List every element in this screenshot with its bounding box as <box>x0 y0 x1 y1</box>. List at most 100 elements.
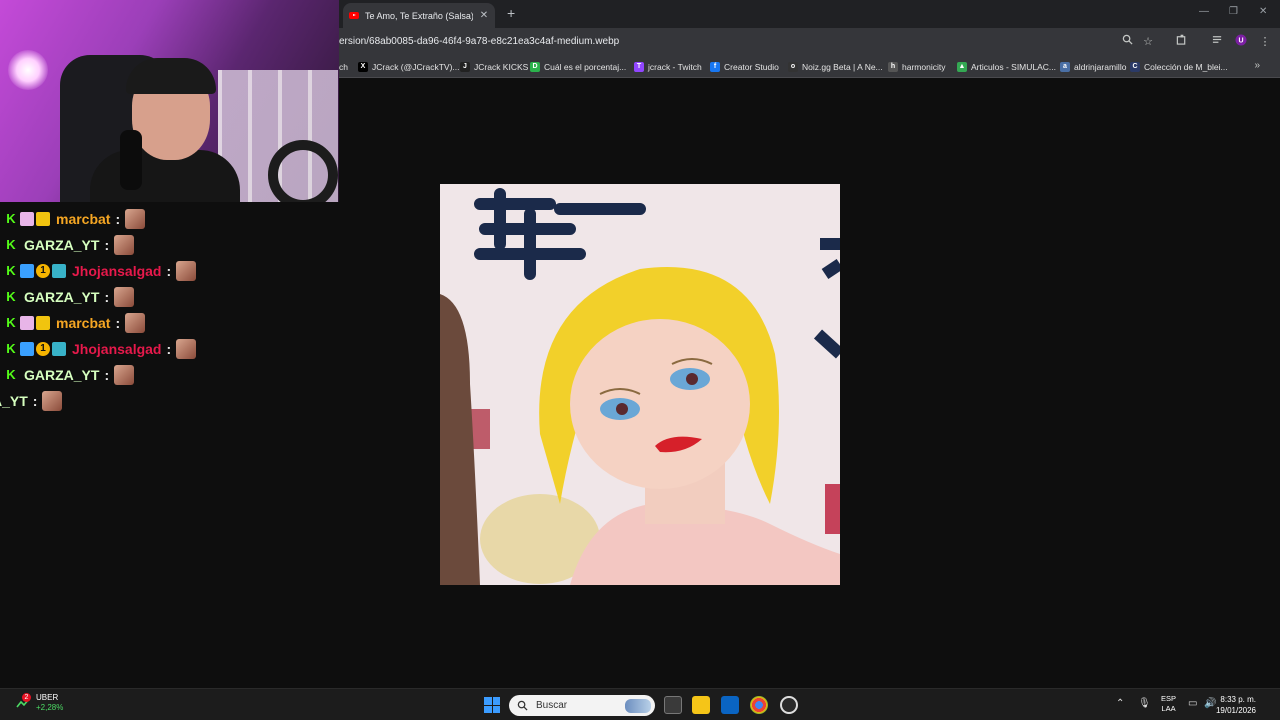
chat-username: marcbat <box>56 315 111 331</box>
chat-emote-icon <box>176 339 197 359</box>
bookmark-item[interactable]: f Creator Studio <box>710 60 779 74</box>
chat-badge-k-icon: K <box>6 237 16 252</box>
bookmark-favicon-icon: C <box>1130 62 1140 72</box>
menu-icon[interactable]: ⋮ <box>1257 34 1273 50</box>
search-icon <box>517 700 528 711</box>
star-icon[interactable]: ☆ <box>1140 34 1156 50</box>
close-icon[interactable]: ✕ <box>479 10 489 21</box>
chat-username: Jhojansalgad <box>72 341 162 357</box>
bookmarks-overflow-button[interactable]: » <box>1254 60 1260 71</box>
bookmark-favicon-icon: h <box>888 62 898 72</box>
bookmark-item[interactable]: h harmonicity <box>888 60 945 74</box>
chat-badge-k-icon: K <box>6 367 16 382</box>
language-indicator[interactable]: ESP LAA <box>1161 694 1176 714</box>
profile-icon[interactable]: U <box>1233 34 1249 50</box>
bookmark-favicon-icon: D <box>530 62 540 72</box>
volume-icon[interactable]: 🔊 <box>1204 698 1216 709</box>
chat-emote-icon <box>125 209 146 229</box>
chat-username: GARZA_YT <box>24 367 100 383</box>
chat-username: marcbat <box>56 211 111 227</box>
close-window-button[interactable]: ✕ <box>1259 6 1267 17</box>
chat-separator: : <box>104 289 110 305</box>
bookmark-item[interactable]: J JCrack KICKS <box>460 60 528 74</box>
widgets-button[interactable]: 2 UBER +2,28% <box>16 693 63 713</box>
bookmark-item[interactable]: D Cuál es el porcentaj... <box>530 60 626 74</box>
chat-message: K GARZA_YT: <box>4 234 135 256</box>
bookmark-favicon-icon: X <box>358 62 368 72</box>
streamer-cap <box>126 58 216 94</box>
browser-tab-bar: Te Amo, Te Extraño (Salsa) - Yo ✕ + — ❐ … <box>339 0 1280 28</box>
steering-wheel <box>268 140 338 202</box>
restore-button[interactable]: ❐ <box>1229 6 1238 17</box>
widget-title: UBER <box>36 693 59 702</box>
chat-separator: : <box>115 315 121 331</box>
chat-badge-k-icon: K <box>6 263 16 278</box>
bookmark-label: jcrack - Twitch <box>648 62 702 72</box>
bookmark-label: JCrack (@JCrackTV)... <box>372 62 460 72</box>
bookmark-label: harmonicity <box>902 62 946 72</box>
mail-icon[interactable] <box>721 696 739 714</box>
network-icon[interactable]: ▭ <box>1188 698 1197 709</box>
zoom-icon[interactable] <box>1119 34 1135 50</box>
file-explorer-icon[interactable] <box>692 696 710 714</box>
system-clock[interactable]: 8:33 p. m. 19/01/2026 <box>1216 694 1256 716</box>
clock-date: 19/01/2026 <box>1215 706 1256 715</box>
chat-badge-k-icon: K <box>6 341 16 356</box>
stock-chart-icon: 2 <box>16 693 31 710</box>
bookmark-label: aldrinjaramillo <box>1074 62 1127 72</box>
browser-toolbar: ersion/68ab0085-da96-46f4-9a78-e8c21ea3c… <box>339 28 1280 56</box>
taskbar-search[interactable]: Buscar <box>509 695 655 716</box>
webcam-overlay <box>0 0 339 202</box>
minimize-button[interactable]: — <box>1199 6 1209 17</box>
chat-emote-icon <box>125 313 146 333</box>
bookmark-favicon-icon: a <box>1060 62 1070 72</box>
bookmark-item[interactable]: a aldrinjaramillo <box>1060 60 1126 74</box>
bookmark-item[interactable]: C Colección de M_blei... <box>1130 60 1228 74</box>
chat-badge-one-icon: 1 <box>36 342 50 356</box>
microphone-icon[interactable]: 🎙 <box>1138 698 1151 709</box>
chat-badge-grid-icon <box>52 264 66 278</box>
new-tab-button[interactable]: + <box>507 5 515 21</box>
chat-badge-k-icon: K <box>6 211 16 226</box>
app-icon[interactable] <box>780 696 798 714</box>
bookmark-favicon-icon: J <box>460 62 470 72</box>
chat-message: A_YT: <box>0 390 63 412</box>
extensions-icon[interactable] <box>1173 34 1189 50</box>
bookmark-favicon-icon: f <box>710 62 720 72</box>
microphone <box>120 130 142 190</box>
tab-active[interactable]: Te Amo, Te Extraño (Salsa) - Yo ✕ <box>343 3 495 28</box>
chat-message: K GARZA_YT: <box>4 364 135 386</box>
chat-badge-mod-icon <box>20 212 34 226</box>
windows-taskbar: 2 UBER +2,28% Buscar ⌃ 🎙 ESP LAA ▭ 🔊 8:3… <box>0 688 1280 720</box>
chat-username: A_YT <box>0 393 28 409</box>
chat-message: K GARZA_YT: <box>4 286 135 308</box>
chat-badge-k-icon: K <box>6 315 16 330</box>
chat-badge-one-icon: 1 <box>36 264 50 278</box>
bookmark-item[interactable]: X JCrack (@JCrackTV)... <box>358 60 460 74</box>
chrome-icon[interactable] <box>750 696 768 714</box>
chat-emote-icon <box>114 287 135 307</box>
address-bar[interactable]: ersion/68ab0085-da96-46f4-9a78-e8c21ea3c… <box>339 32 619 52</box>
chat-badge-k-icon: K <box>6 289 16 304</box>
bookmark-item[interactable]: ▲ Articulos - SIMULAC... <box>957 60 1056 74</box>
search-highlight-icon <box>625 698 651 713</box>
chat-username: GARZA_YT <box>24 289 100 305</box>
tab-title: Te Amo, Te Extraño (Salsa) - Yo <box>365 10 473 21</box>
chat-badge-mod-icon <box>20 316 34 330</box>
bookmark-item[interactable]: Tjcrack - Twitch <box>634 60 702 74</box>
bookmark-favicon-icon: T <box>634 62 644 72</box>
tab-search-icon[interactable] <box>1209 34 1225 50</box>
bookmark-label: ch <box>339 62 348 72</box>
chevron-up-icon[interactable]: ⌃ <box>1116 698 1124 709</box>
bookmark-item[interactable]: ch <box>339 60 348 74</box>
chat-separator: : <box>104 367 110 383</box>
chat-badge-crown-icon <box>36 212 50 226</box>
bookmark-label: Cuál es el porcentaj... <box>544 62 627 72</box>
chat-separator: : <box>166 341 172 357</box>
chat-username: GARZA_YT <box>24 237 100 253</box>
bookmark-item[interactable]: o Noiz.gg Beta | A Ne... <box>788 60 883 74</box>
bookmark-label: Creator Studio <box>724 62 779 72</box>
ring-light <box>8 50 48 90</box>
task-view-icon[interactable] <box>664 696 682 714</box>
start-button[interactable] <box>484 697 500 713</box>
